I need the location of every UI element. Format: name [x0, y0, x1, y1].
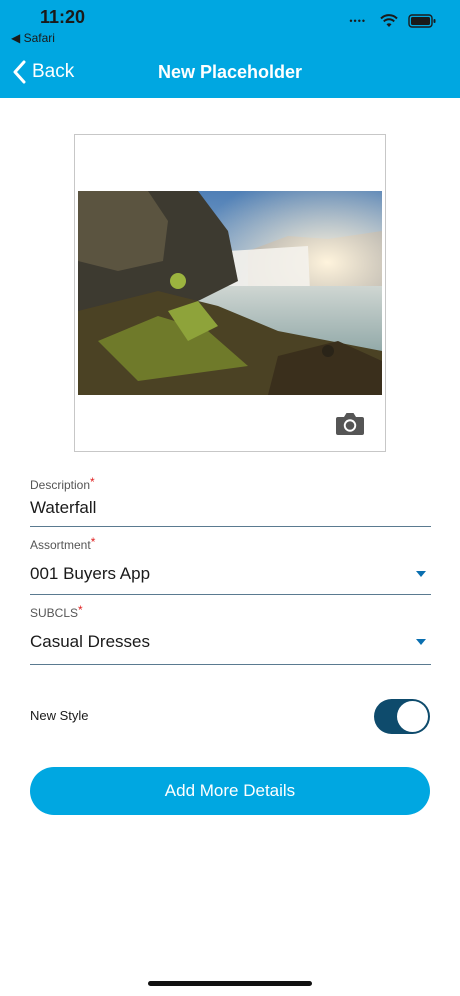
- subcls-underline: [30, 664, 431, 665]
- back-to-safari[interactable]: ◀ Safari: [11, 31, 55, 45]
- assortment-label: Assortment*: [30, 535, 96, 552]
- home-indicator[interactable]: [148, 981, 312, 986]
- required-mark: *: [90, 535, 96, 549]
- assortment-underline: [30, 594, 431, 595]
- photo-frame[interactable]: [74, 134, 386, 452]
- new-style-toggle[interactable]: [374, 699, 430, 734]
- required-mark: *: [78, 603, 83, 617]
- caret-down-icon[interactable]: [416, 571, 426, 577]
- subcls-label-text: SUBCLS: [30, 606, 79, 620]
- toggle-knob: [397, 701, 428, 732]
- page-title: New Placeholder: [157, 62, 303, 82]
- subcls-label: SUBCLS*: [30, 603, 83, 620]
- status-icons: ••••: [349, 14, 436, 28]
- description-label-text: Description: [30, 478, 91, 492]
- description-underline: [30, 526, 431, 527]
- wifi-icon: [380, 14, 398, 27]
- battery-icon: [408, 14, 436, 28]
- status-time: 11:20: [40, 7, 86, 27]
- new-style-label: New Style: [30, 708, 89, 723]
- camera-icon[interactable]: [335, 411, 365, 437]
- required-mark: *: [90, 475, 95, 489]
- subcls-select[interactable]: Casual Dresses: [30, 632, 150, 652]
- description-field[interactable]: Waterfall: [30, 498, 96, 518]
- add-more-details-button[interactable]: Add More Details: [30, 767, 430, 815]
- waterfall-landscape-photo: [78, 191, 382, 395]
- assortment-select[interactable]: 001 Buyers App: [30, 564, 150, 584]
- caret-down-icon[interactable]: [416, 639, 426, 645]
- assortment-label-text: Assortment: [30, 538, 91, 552]
- description-label: Description*: [30, 475, 95, 492]
- app-header: 11:20 ◀ Safari •••• Back New Placeholder: [0, 0, 460, 98]
- cellular-signal-icon: ••••: [349, 16, 366, 26]
